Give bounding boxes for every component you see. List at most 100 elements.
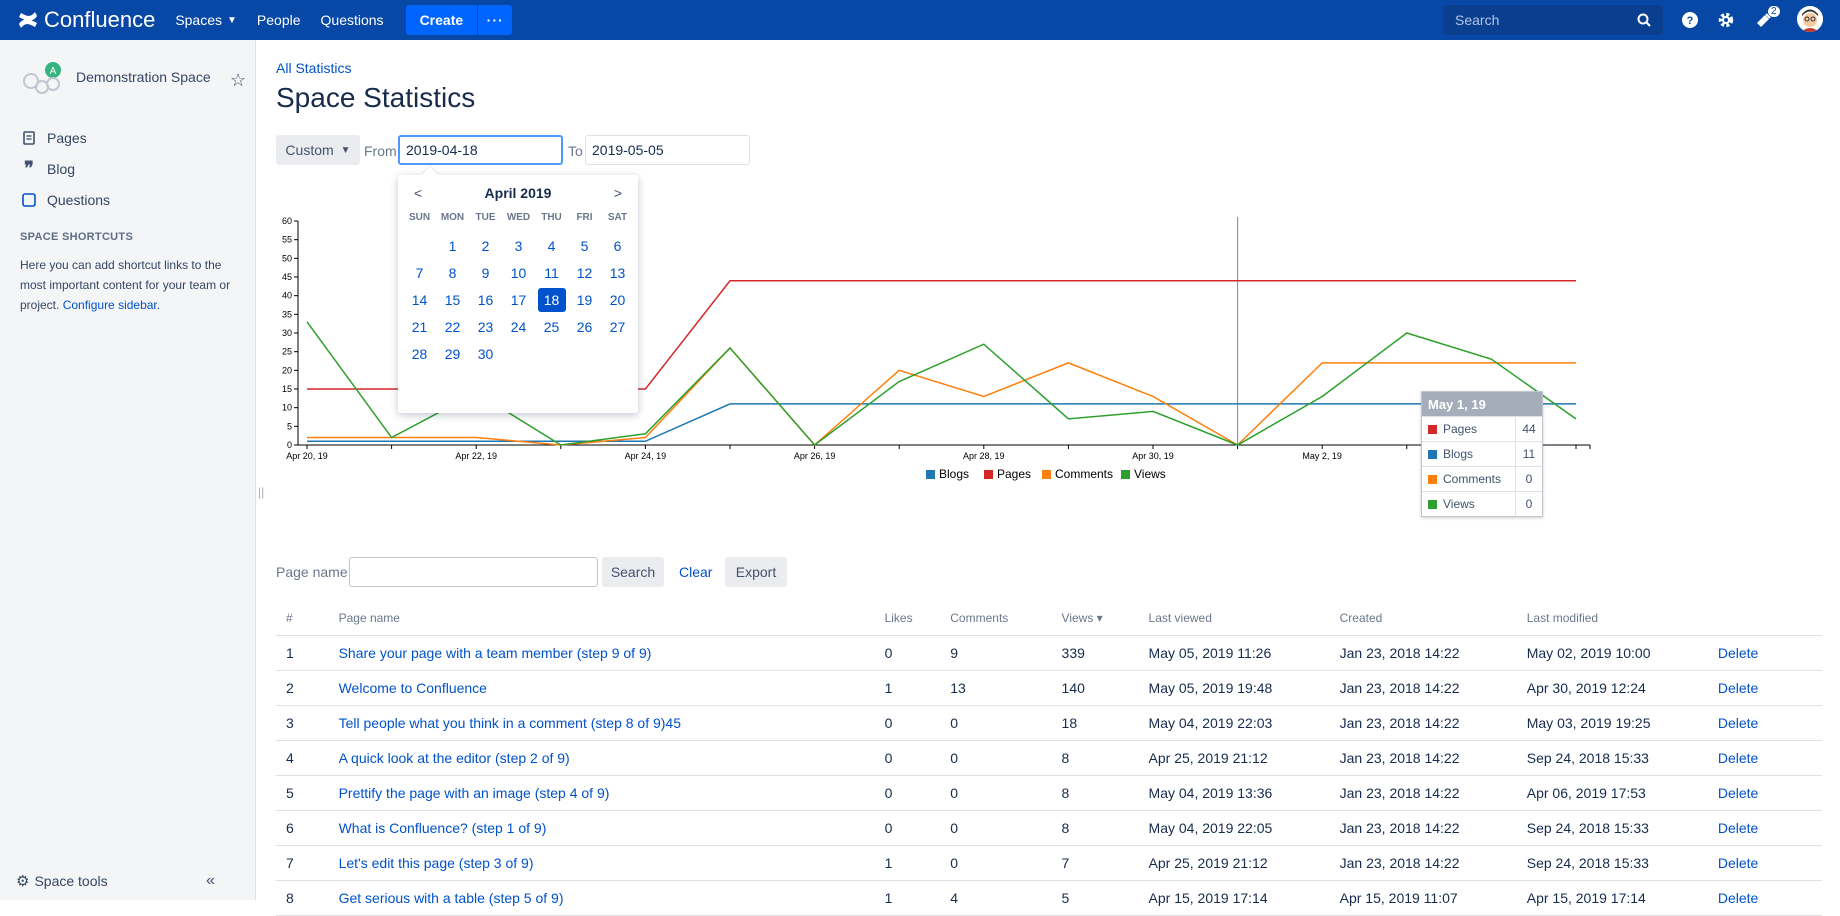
legend-label-pages: Pages — [997, 467, 1031, 481]
page-link[interactable]: Tell people what you think in a comment … — [339, 715, 681, 731]
page-link[interactable]: Let's edit this page (step 3 of 9) — [339, 855, 534, 871]
calendar-day[interactable]: 16 — [469, 286, 502, 313]
legend-label-blogs: Blogs — [939, 467, 969, 481]
help-icon[interactable]: ? — [1679, 9, 1701, 31]
page-link[interactable]: What is Confluence? (step 1 of 9) — [339, 820, 547, 836]
tooltip-value: 0 — [1515, 467, 1542, 491]
calendar-day[interactable]: 14 — [403, 286, 436, 313]
calendar-day[interactable]: 11 — [535, 259, 568, 286]
calendar-day[interactable]: 26 — [568, 313, 601, 340]
calendar-day[interactable]: 8 — [436, 259, 469, 286]
calendar-day[interactable]: 2 — [469, 232, 502, 259]
table-cell: Delete — [1707, 775, 1822, 811]
column-header[interactable]: Views ▾ — [1051, 600, 1139, 636]
more-create-button[interactable]: ··· — [477, 5, 513, 35]
column-header[interactable]: Page name — [328, 600, 875, 636]
from-date-input[interactable] — [398, 135, 563, 165]
create-button[interactable]: Create — [405, 5, 478, 35]
space-avatar-icon: A — [20, 54, 66, 100]
gear-icon: ⚙ — [16, 873, 30, 890]
delete-link[interactable]: Delete — [1718, 715, 1758, 731]
page-name-input[interactable] — [349, 557, 598, 587]
delete-link[interactable]: Delete — [1718, 645, 1758, 661]
search-button[interactable]: Search — [602, 557, 664, 587]
calendar-day[interactable]: 24 — [502, 313, 535, 340]
column-header[interactable]: Comments — [940, 600, 1052, 636]
table-cell: 7 — [276, 845, 329, 881]
calendar-day[interactable]: 7 — [403, 259, 436, 286]
quote-icon: ❞ — [24, 158, 34, 178]
calendar-day[interactable]: 5 — [568, 232, 601, 259]
configure-sidebar-link[interactable]: Configure sidebar. — [63, 298, 160, 312]
column-header[interactable]: Last viewed — [1138, 600, 1330, 636]
page-link[interactable]: Share your page with a team member (step… — [339, 645, 652, 661]
collapse-sidebar-icon[interactable]: « — [206, 872, 215, 890]
sidebar-item-blog[interactable]: ❞ Blog — [0, 153, 255, 184]
delete-link[interactable]: Delete — [1718, 855, 1758, 871]
calendar-day[interactable]: 27 — [601, 313, 634, 340]
search-input[interactable]: Search — [1443, 5, 1663, 35]
column-header[interactable]: Last modified — [1516, 600, 1708, 636]
calendar-day[interactable]: 13 — [601, 259, 634, 286]
tooltip-row: Pages 44 — [1422, 416, 1542, 441]
calendar-day[interactable]: 23 — [469, 313, 502, 340]
calendar-day[interactable]: 12 — [568, 259, 601, 286]
sidebar-item-questions[interactable]: Questions — [0, 184, 255, 215]
space-tools-button[interactable]: ⚙ Space tools — [16, 872, 108, 890]
sidebar-resize-handle[interactable]: || — [258, 485, 264, 499]
period-select[interactable]: Custom ▼ — [276, 135, 360, 165]
calendar-day[interactable]: 6 — [601, 232, 634, 259]
sidebar-item-pages[interactable]: Pages — [0, 122, 255, 153]
calendar-day[interactable]: 19 — [568, 286, 601, 313]
calendar-day[interactable]: 28 — [403, 340, 436, 367]
calendar-day[interactable]: 9 — [469, 259, 502, 286]
calendar-day[interactable]: 29 — [436, 340, 469, 367]
spaces-menu[interactable]: Spaces ▼ — [175, 12, 237, 28]
delete-link[interactable]: Delete — [1718, 890, 1758, 906]
delete-link[interactable]: Delete — [1718, 820, 1758, 836]
breadcrumb[interactable]: All Statistics — [276, 60, 351, 76]
delete-link[interactable]: Delete — [1718, 785, 1758, 801]
delete-link[interactable]: Delete — [1718, 680, 1758, 696]
column-header[interactable]: Likes — [874, 600, 941, 636]
clear-link[interactable]: Clear — [679, 564, 712, 580]
confluence-logo[interactable]: Confluence — [18, 7, 155, 33]
page-link[interactable]: Get serious with a table (step 5 of 9) — [339, 890, 564, 906]
table-cell: Delete — [1707, 670, 1822, 706]
weekday-label: MON — [440, 211, 465, 223]
star-icon[interactable]: ☆ — [230, 70, 246, 91]
calendar-day[interactable]: 22 — [436, 313, 469, 340]
calendar-day[interactable]: 20 — [601, 286, 634, 313]
page-link[interactable]: Prettify the page with an image (step 4 … — [339, 785, 610, 801]
page-link[interactable]: A quick look at the editor (step 2 of 9) — [339, 750, 570, 766]
calendar-day[interactable]: 21 — [403, 313, 436, 340]
calendar-day[interactable]: 4 — [535, 232, 568, 259]
space-header[interactable]: A Demonstration Space — [20, 54, 255, 100]
weekday-label: SUN — [408, 211, 431, 223]
avatar[interactable] — [1797, 6, 1823, 32]
table-cell: 0 — [940, 740, 1052, 776]
column-header[interactable]: Created — [1329, 600, 1517, 636]
people-link[interactable]: People — [257, 12, 301, 28]
export-button[interactable]: Export — [725, 557, 787, 587]
calendar-day[interactable]: 30 — [469, 340, 502, 367]
next-month-button[interactable]: > — [614, 185, 622, 201]
page-link[interactable]: Welcome to Confluence — [339, 680, 487, 696]
calendar-day[interactable]: 15 — [436, 286, 469, 313]
legend-swatch-pages — [984, 470, 993, 479]
to-date-input[interactable] — [585, 135, 750, 165]
calendar-day-selected[interactable]: 18 — [535, 286, 568, 313]
table-cell: Delete — [1707, 810, 1822, 846]
gear-icon[interactable] — [1715, 9, 1737, 31]
calendar-day[interactable]: 17 — [502, 286, 535, 313]
calendar-day[interactable]: 25 — [535, 313, 568, 340]
table-cell: 0 — [874, 740, 941, 776]
notifications-icon[interactable]: 2 — [1753, 6, 1780, 31]
search-placeholder: Search — [1455, 12, 1500, 28]
calendar-day[interactable]: 3 — [502, 232, 535, 259]
questions-link[interactable]: Questions — [321, 12, 384, 28]
user-avatar-icon — [1797, 6, 1823, 32]
calendar-day[interactable]: 1 — [436, 232, 469, 259]
calendar-day[interactable]: 10 — [502, 259, 535, 286]
delete-link[interactable]: Delete — [1718, 750, 1758, 766]
